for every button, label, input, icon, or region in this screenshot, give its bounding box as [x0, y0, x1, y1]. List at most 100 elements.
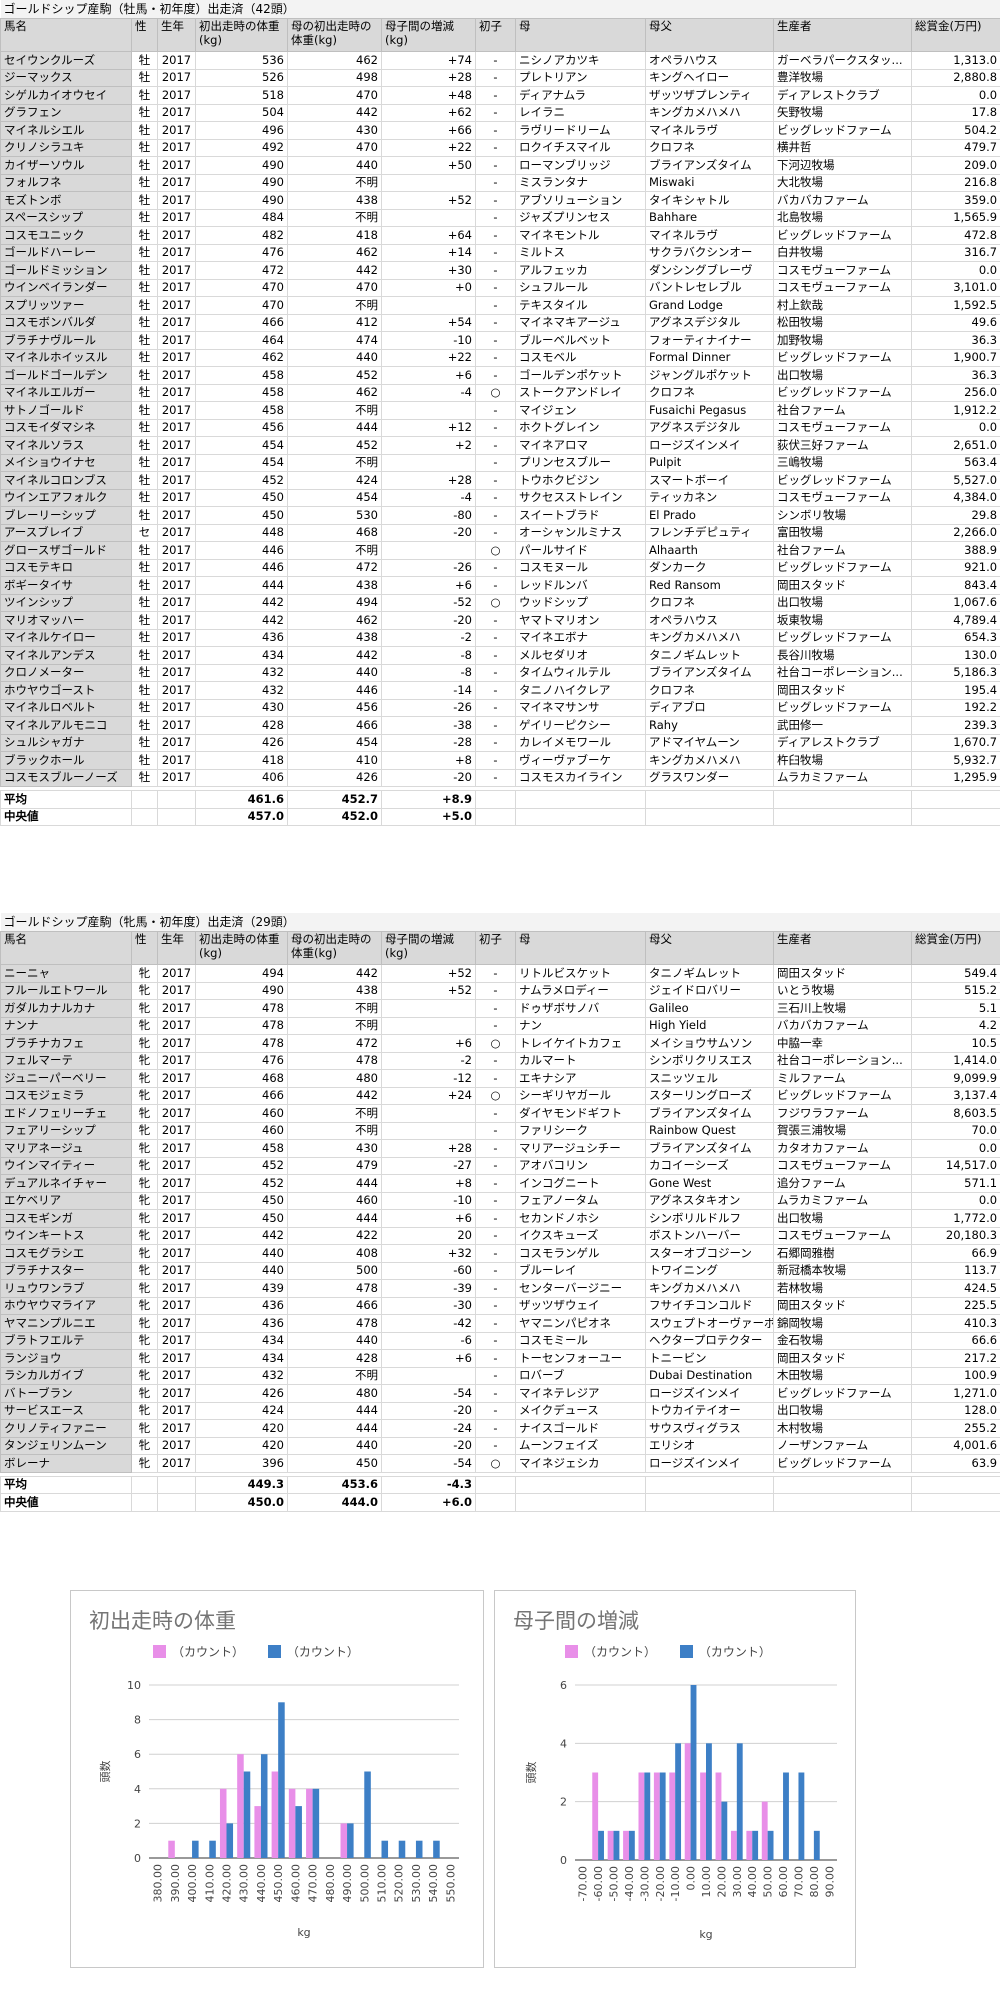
table-cell[interactable]: アルフェッカ [515, 261, 646, 280]
table-cell[interactable]: 474 [287, 331, 382, 350]
table-cell[interactable]: 富田牧場 [773, 523, 912, 542]
table-cell[interactable]: 下河辺牧場 [773, 156, 912, 175]
table-cell[interactable]: 2017 [157, 1226, 196, 1245]
table-cell[interactable]: 2017 [157, 173, 196, 192]
table-cell[interactable]: ロバーブ [515, 1366, 646, 1385]
table-cell[interactable]: 442 [287, 964, 382, 983]
table-cell[interactable]: - [475, 138, 516, 157]
table-cell[interactable]: 杵臼牧場 [773, 751, 912, 770]
table-cell[interactable]: 225.5 [910, 1296, 1000, 1315]
table-cell[interactable]: 440 [287, 348, 382, 367]
table-cell[interactable]: +50 [381, 156, 476, 175]
table-cell[interactable]: 450 [287, 1454, 382, 1473]
table-cell[interactable]: -28 [381, 733, 476, 752]
table-cell[interactable]: ヤマニンパピオネ [515, 1314, 646, 1333]
table-cell[interactable]: アースブレイブ [0, 523, 132, 542]
table-cell[interactable]: 478 [287, 1279, 382, 1298]
table-cell[interactable]: 466 [195, 313, 288, 332]
table-cell[interactable]: 牝 [131, 999, 158, 1018]
column-header[interactable]: 母 [515, 931, 646, 965]
table-cell[interactable]: - [475, 418, 516, 437]
table-cell[interactable]: 239.3 [910, 716, 1000, 735]
table-cell[interactable]: 442 [195, 593, 288, 612]
table-cell[interactable]: 牡 [131, 488, 158, 507]
table-cell[interactable]: 2,651.0 [910, 436, 1000, 455]
table-cell[interactable]: Fusaichi Pegasus [645, 401, 774, 420]
table-cell[interactable]: 2017 [157, 999, 196, 1018]
table-cell[interactable]: 458 [195, 401, 288, 420]
table-cell[interactable]: 438 [287, 628, 382, 647]
table-cell[interactable]: Rainbow Quest [645, 1121, 774, 1140]
table-cell[interactable]: フォルフネ [0, 173, 132, 192]
table-cell[interactable]: 牡 [131, 663, 158, 682]
table-cell[interactable]: マイネテレジア [515, 1384, 646, 1403]
table-cell[interactable]: コスモヌール [515, 558, 646, 577]
table-cell[interactable]: +30 [381, 261, 476, 280]
table-cell[interactable]: キングカメハメハ [645, 1279, 774, 1298]
table-cell[interactable]: ダンシングブレーヴ [645, 261, 774, 280]
table-cell[interactable]: 5,527.0 [910, 471, 1000, 490]
table-cell[interactable]: ガーベラパークスタッ... [773, 51, 912, 70]
table-cell[interactable]: 2017 [157, 1121, 196, 1140]
table-cell[interactable]: 9,099.9 [910, 1069, 1000, 1088]
table-cell[interactable]: ○ [475, 541, 516, 560]
table-cell[interactable]: 2017 [157, 1384, 196, 1403]
table-cell[interactable]: Miswaki [645, 173, 774, 192]
table-cell[interactable]: マイネルラヴ [645, 121, 774, 140]
table-cell[interactable]: -4 [381, 488, 476, 507]
table-cell[interactable]: 444 [287, 1419, 382, 1438]
table-cell[interactable]: コスモスブルーノーズ [0, 768, 132, 787]
table-cell[interactable]: ○ [475, 383, 516, 402]
column-header[interactable]: 母 [515, 18, 646, 52]
table-cell[interactable]: ミルトス [515, 243, 646, 262]
table-cell[interactable]: ダンカーク [645, 558, 774, 577]
table-cell[interactable]: ブルーレイ [515, 1261, 646, 1280]
table-cell[interactable]: 社台コーポレーション... [773, 1051, 912, 1070]
table-cell[interactable]: 536 [195, 51, 288, 70]
table-cell[interactable]: ロージズインメイ [645, 1384, 774, 1403]
table-cell[interactable]: -26 [381, 558, 476, 577]
table-cell[interactable]: マイジェン [515, 401, 646, 420]
table-cell[interactable]: - [475, 1279, 516, 1298]
table-cell[interactable]: +6 [381, 1034, 476, 1053]
table-cell[interactable]: 2017 [157, 348, 196, 367]
table-cell[interactable]: トウホクビジン [515, 471, 646, 490]
table-cell[interactable]: -20 [381, 768, 476, 787]
table-cell[interactable]: カレイメモワール [515, 733, 646, 752]
table-cell[interactable]: キングカメハメハ [645, 103, 774, 122]
table-cell[interactable]: 牡 [131, 768, 158, 787]
table-cell[interactable]: 牡 [131, 331, 158, 350]
table-cell[interactable]: 牡 [131, 436, 158, 455]
table-cell[interactable]: 482 [195, 226, 288, 245]
table-cell[interactable]: 石郷岡雅樹 [773, 1244, 912, 1263]
table-cell[interactable]: 921.0 [910, 558, 1000, 577]
table-cell[interactable]: ローマンブリッジ [515, 156, 646, 175]
table-cell[interactable]: - [475, 1051, 516, 1070]
table-cell[interactable]: - [475, 471, 516, 490]
table-cell[interactable]: 2017 [157, 1296, 196, 1315]
table-cell[interactable]: - [475, 1121, 516, 1140]
table-cell[interactable]: 17.8 [910, 103, 1000, 122]
table-cell[interactable]: - [475, 86, 516, 105]
table-cell[interactable]: ムラカミファーム [773, 768, 912, 787]
table-cell[interactable]: 2017 [157, 1244, 196, 1263]
column-header[interactable]: 初出走時の体重(kg) [195, 18, 288, 52]
table-cell[interactable]: - [475, 278, 516, 297]
table-cell[interactable]: シンボリクリスエス [645, 1051, 774, 1070]
table-cell[interactable]: 村上欽哉 [773, 296, 912, 315]
table-cell[interactable]: +22 [381, 138, 476, 157]
table-cell[interactable]: 456 [195, 418, 288, 437]
table-cell[interactable]: コスモテキロ [0, 558, 132, 577]
table-cell[interactable]: 462 [287, 383, 382, 402]
table-cell[interactable]: カイザーソウル [0, 156, 132, 175]
table-cell[interactable]: ビッグレッドファーム [773, 628, 912, 647]
table-cell[interactable]: -10 [381, 331, 476, 350]
table-cell[interactable]: 牝 [131, 1174, 158, 1193]
table-cell[interactable]: ゴールドゴールデン [0, 366, 132, 385]
table-cell[interactable]: グラスワンダー [645, 768, 774, 787]
table-cell[interactable]: +22 [381, 348, 476, 367]
table-cell[interactable]: 490 [195, 191, 288, 210]
table-cell[interactable]: ツインシップ [0, 593, 132, 612]
table-cell[interactable]: 424 [195, 1401, 288, 1420]
table-cell[interactable]: 木村牧場 [773, 1419, 912, 1438]
